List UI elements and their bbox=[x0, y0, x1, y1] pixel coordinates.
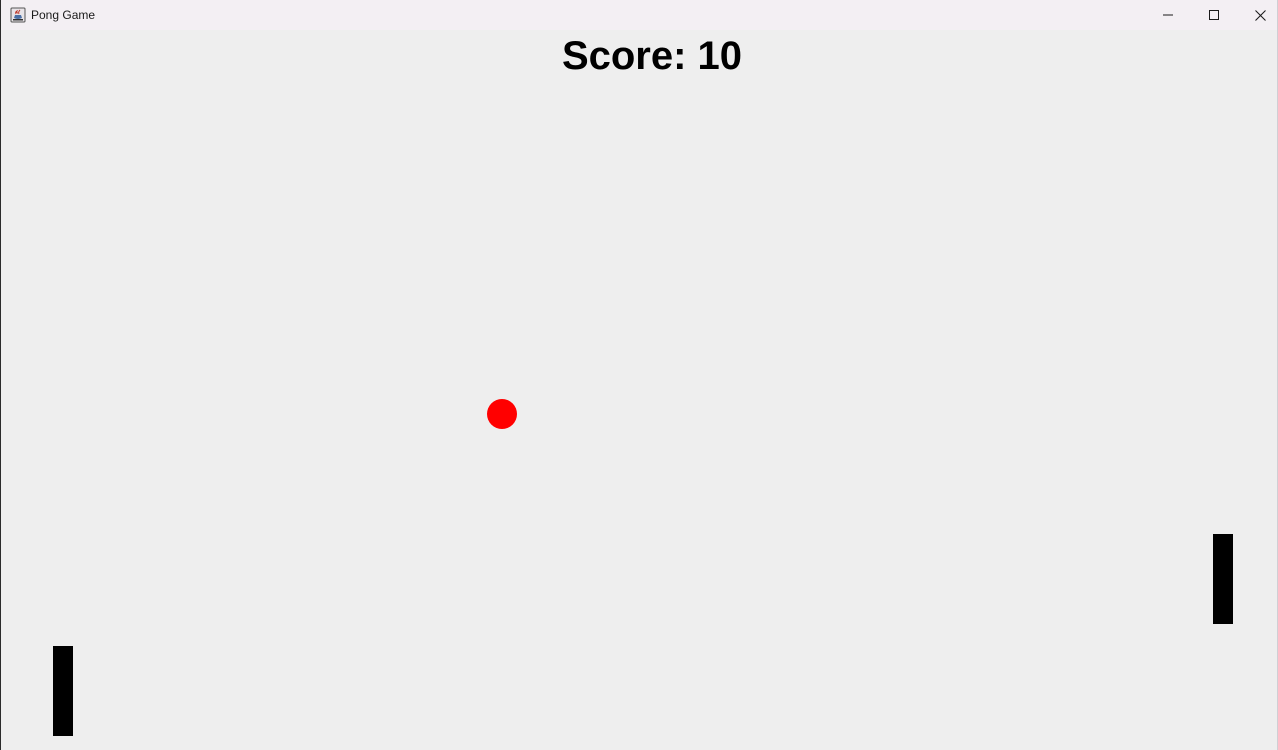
game-canvas[interactable]: Score: 10 bbox=[1, 30, 1277, 750]
game-window: Pong Game Score: 10 bbox=[0, 0, 1278, 750]
close-icon bbox=[1254, 9, 1266, 21]
ball bbox=[487, 399, 517, 429]
left-paddle bbox=[53, 646, 73, 736]
java-cup-icon bbox=[10, 7, 26, 23]
maximize-button[interactable] bbox=[1191, 0, 1237, 30]
minimize-button[interactable] bbox=[1145, 0, 1191, 30]
maximize-icon bbox=[1209, 10, 1219, 20]
close-button[interactable] bbox=[1237, 0, 1277, 30]
window-title: Pong Game bbox=[31, 8, 96, 22]
right-paddle bbox=[1213, 534, 1233, 624]
score-label: Score: 10 bbox=[561, 34, 743, 78]
minimize-icon bbox=[1163, 10, 1173, 20]
title-bar[interactable]: Pong Game bbox=[1, 0, 1277, 30]
